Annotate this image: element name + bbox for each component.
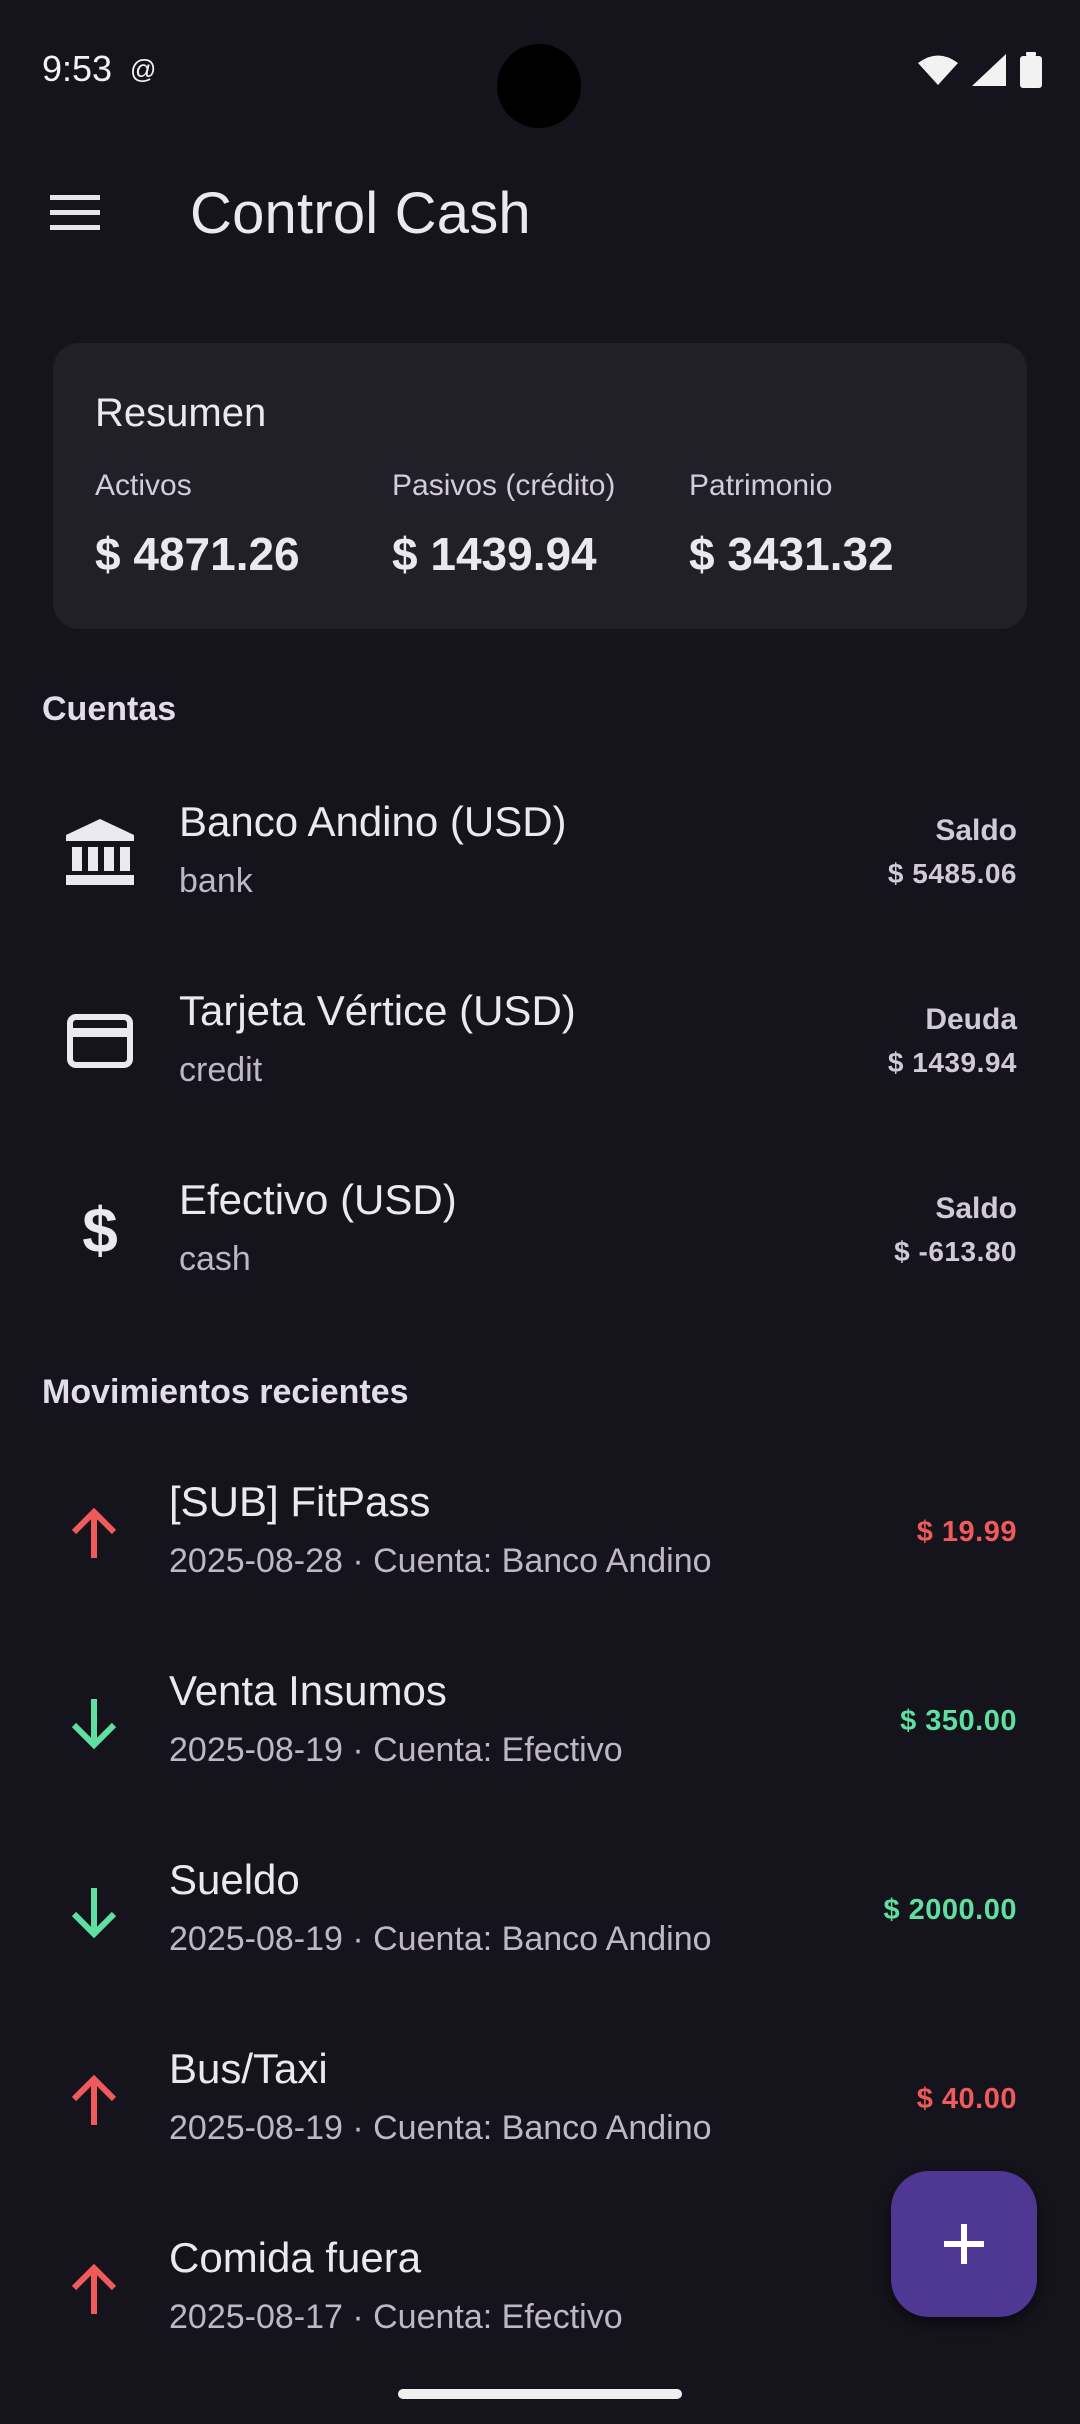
gesture-handle[interactable] <box>398 2389 682 2399</box>
arrow-up-icon <box>64 1504 124 1564</box>
account-type: cash <box>179 1240 251 1278</box>
arrow-up-icon <box>64 2260 124 2320</box>
summary-assets: Activos $ 4871.26 <box>95 469 300 581</box>
status-bar: 9:53 @ <box>0 0 1080 140</box>
movement-title: Venta Insumos <box>169 1667 447 1714</box>
account-balance: $ 1439.94 <box>887 1047 1017 1078</box>
movement-row[interactable]: Venta Insumos 2025-08-19 · Cuenta: Efect… <box>0 1633 1080 1813</box>
app-bar: Control Cash <box>0 150 1080 280</box>
movement-amount: $ 350.00 <box>900 1705 1017 1737</box>
menu-icon <box>50 195 100 230</box>
summary-label: Pasivos (crédito) <box>392 469 616 502</box>
movement-subtitle: 2025-08-19 · Cuenta: Efectivo <box>169 1731 623 1769</box>
signal-icon <box>972 54 1006 86</box>
summary-title: Resumen <box>95 391 267 435</box>
arrow-up-icon <box>64 2071 124 2131</box>
account-balance: $ 5485.06 <box>887 858 1017 889</box>
account-name: Tarjeta Vértice (USD) <box>179 987 576 1034</box>
summary-liabilities: Pasivos (crédito) $ 1439.94 <box>392 469 615 581</box>
account-row[interactable]: Tarjeta Vértice (USD) credit Deuda $ 143… <box>0 951 1080 1131</box>
summary-label: Activos <box>95 469 192 502</box>
status-time: 9:53 <box>42 48 113 89</box>
summary-value: $ 3431.32 <box>689 528 894 580</box>
plus-icon <box>944 2224 984 2264</box>
movement-title: [SUB] FitPass <box>169 1478 431 1525</box>
movement-row[interactable]: [SUB] FitPass 2025-08-28 · Cuenta: Banco… <box>0 1444 1080 1624</box>
wifi-icon <box>918 55 958 85</box>
movement-amount: $ 40.00 <box>916 2083 1017 2115</box>
camera-cutout <box>497 44 581 128</box>
summary-value: $ 1439.94 <box>392 528 597 580</box>
account-type: credit <box>179 1051 263 1089</box>
account-type: bank <box>179 862 253 900</box>
movement-subtitle: 2025-08-17 · Cuenta: Efectivo <box>169 2298 623 2336</box>
movements-header: Movimientos recientes <box>42 1373 409 1411</box>
menu-button[interactable] <box>40 178 110 248</box>
account-balance: $ -613.80 <box>894 1236 1017 1267</box>
add-transaction-button[interactable] <box>891 2171 1037 2317</box>
account-kind: Saldo <box>935 814 1017 847</box>
movement-title: Comida fuera <box>169 2234 422 2281</box>
bank-icon <box>60 812 140 892</box>
account-kind: Saldo <box>935 1192 1017 1225</box>
account-kind: Deuda <box>925 1003 1017 1036</box>
summary-card: Resumen Activos $ 4871.26 Pasivos (crédi… <box>53 343 1027 629</box>
dollar-icon: $ <box>82 1194 118 1266</box>
summary-value: $ 4871.26 <box>95 528 300 580</box>
notification-icon: @ <box>130 54 157 84</box>
movement-row[interactable]: Sueldo 2025-08-19 · Cuenta: Banco Andino… <box>0 1822 1080 2002</box>
status-icons <box>918 52 1042 88</box>
movement-row[interactable]: Bus/Taxi 2025-08-19 · Cuenta: Banco Andi… <box>0 2011 1080 2191</box>
movement-subtitle: 2025-08-28 · Cuenta: Banco Andino <box>169 1542 712 1580</box>
accounts-header: Cuentas <box>42 690 177 728</box>
account-name: Efectivo (USD) <box>179 1176 457 1223</box>
app-title: Control Cash <box>190 181 531 246</box>
movement-amount: $ 2000.00 <box>883 1894 1017 1926</box>
movement-amount: $ 19.99 <box>916 1516 1017 1548</box>
summary-equity: Patrimonio $ 3431.32 <box>689 469 894 581</box>
account-row[interactable]: Banco Andino (USD) bank Saldo $ 5485.06 <box>0 762 1080 942</box>
account-name: Banco Andino (USD) <box>179 798 567 845</box>
movement-title: Bus/Taxi <box>169 2045 328 2092</box>
credit-card-icon <box>60 1001 140 1081</box>
arrow-down-icon <box>64 1882 124 1942</box>
app-screen: 9:53 @ Control Cash Resumen Activos $ 48… <box>0 0 1080 2424</box>
arrow-down-icon <box>64 1693 124 1753</box>
movement-subtitle: 2025-08-19 · Cuenta: Banco Andino <box>169 1920 712 1958</box>
battery-icon <box>1020 52 1042 88</box>
account-row[interactable]: $ Efectivo (USD) cash Saldo $ -613.80 <box>0 1140 1080 1320</box>
summary-label: Patrimonio <box>689 469 833 502</box>
movement-title: Sueldo <box>169 1856 300 1903</box>
movement-subtitle: 2025-08-19 · Cuenta: Banco Andino <box>169 2109 712 2147</box>
